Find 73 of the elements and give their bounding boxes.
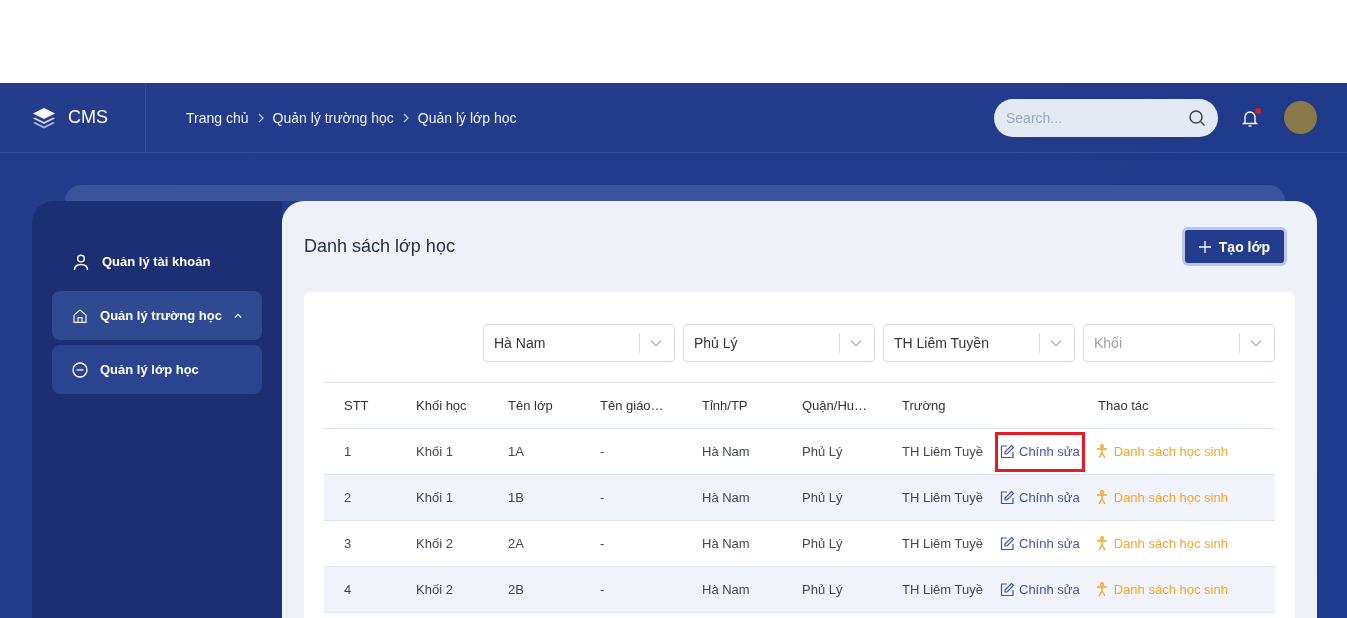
search-icon bbox=[1188, 108, 1206, 127]
chevron-down-icon bbox=[650, 339, 662, 347]
table-cell-text: TH Liêm Tuyề bbox=[901, 444, 984, 459]
table-cell-text: 1 bbox=[343, 444, 353, 459]
table-cell-text: TH Liêm Tuyề bbox=[901, 490, 984, 505]
edit-link[interactable]: Chính sửa bbox=[998, 434, 1082, 469]
table-cell-text: 2B bbox=[507, 582, 525, 597]
table-cell-text: Hà Nam bbox=[701, 536, 751, 551]
table-cell-text: Khối 1 bbox=[415, 444, 454, 459]
table-cell-text: 1A bbox=[507, 444, 525, 459]
table-cell-text: 2A bbox=[507, 536, 525, 551]
edit-icon bbox=[1000, 444, 1015, 459]
avatar-placeholder[interactable] bbox=[1284, 101, 1317, 134]
person-icon bbox=[1095, 444, 1108, 459]
table-cell-text: 2 bbox=[343, 490, 353, 505]
filter-dropdown[interactable]: Phủ Lý bbox=[683, 324, 875, 362]
minus-circle-icon bbox=[72, 361, 88, 378]
table-cell-text: Khối 1 bbox=[415, 490, 454, 505]
sidebar-item[interactable]: Quản lý tài khoản bbox=[52, 237, 262, 286]
plus-icon bbox=[1198, 240, 1211, 253]
table-cell-text: TH Liêm Tuyề bbox=[901, 582, 984, 597]
table-cell-text: - bbox=[599, 582, 606, 597]
edit-icon bbox=[1000, 490, 1015, 505]
breadcrumb-link[interactable]: Trang chủ bbox=[186, 109, 249, 126]
column-header: Tên lớp bbox=[507, 398, 554, 413]
layers-icon bbox=[32, 106, 56, 129]
table-cell-text: 1B bbox=[507, 490, 525, 505]
table-cell-text: Khối 2 bbox=[415, 582, 454, 597]
sidebar-item[interactable]: Quản lý trường học bbox=[52, 291, 262, 340]
sidebar-subitem[interactable]: Quản lý lớp học bbox=[52, 345, 262, 394]
column-header: Thao tác bbox=[1097, 398, 1150, 413]
edit-link[interactable]: Chính sửa bbox=[998, 572, 1082, 607]
edit-icon bbox=[1000, 582, 1015, 597]
person-icon bbox=[1095, 536, 1108, 551]
table-cell-text: 3 bbox=[343, 536, 353, 551]
column-header: STT bbox=[343, 398, 370, 413]
edit-link[interactable]: Chính sửa bbox=[998, 526, 1082, 561]
table-cell-text: - bbox=[599, 444, 606, 459]
edit-icon bbox=[1000, 536, 1015, 551]
chevron-down-icon bbox=[1050, 339, 1062, 347]
person-icon bbox=[1095, 490, 1108, 505]
create-class-button[interactable]: Tạo lớp bbox=[1181, 227, 1287, 266]
table-cell-text: Hà Nam bbox=[701, 444, 751, 459]
breadcrumb-link[interactable]: Quản lý trường học bbox=[272, 109, 394, 126]
table-cell-text: - bbox=[599, 490, 606, 505]
chevron-down-icon bbox=[1250, 339, 1262, 347]
breadcrumb-link[interactable]: Quản lý lớp học bbox=[417, 109, 517, 126]
table-cell-text: Hà Nam bbox=[701, 582, 751, 597]
table-cell-text: Khối 2 bbox=[415, 536, 454, 551]
chevron-right-icon bbox=[256, 112, 265, 123]
edit-link[interactable]: Chính sửa bbox=[998, 480, 1082, 515]
column-header: Khối học bbox=[415, 398, 468, 413]
table-cell-text: 4 bbox=[343, 582, 353, 597]
person-icon bbox=[1095, 582, 1108, 597]
table-cell-text: TH Liêm Tuyề bbox=[901, 536, 984, 551]
filter-dropdown[interactable]: Hà Nam bbox=[483, 324, 675, 362]
app-logo[interactable]: CMS bbox=[68, 107, 108, 128]
filter-dropdown[interactable]: TH Liêm Tuyền bbox=[883, 324, 1075, 362]
table-cell-text: Phủ Lý bbox=[801, 444, 844, 459]
page-title: Danh sách lớp học bbox=[304, 236, 455, 257]
column-header: Trường bbox=[901, 398, 947, 413]
person-icon bbox=[72, 252, 90, 271]
chevron-down-icon bbox=[850, 339, 862, 347]
table-cell-text: Phủ Lý bbox=[801, 536, 844, 551]
table-cell-text: Hà Nam bbox=[701, 490, 751, 505]
column-header: Tỉnh/TP bbox=[701, 398, 749, 413]
search-field[interactable]: Search... bbox=[994, 98, 1218, 137]
table-cell-text: - bbox=[599, 536, 606, 551]
column-header: Tên giáo… bbox=[599, 398, 665, 413]
chevron-right-icon bbox=[401, 112, 410, 123]
table-cell-text: Phủ Lý bbox=[801, 490, 844, 505]
table-cell-text: Phủ Lý bbox=[801, 582, 844, 597]
column-header: Quận/Hu… bbox=[801, 398, 869, 413]
